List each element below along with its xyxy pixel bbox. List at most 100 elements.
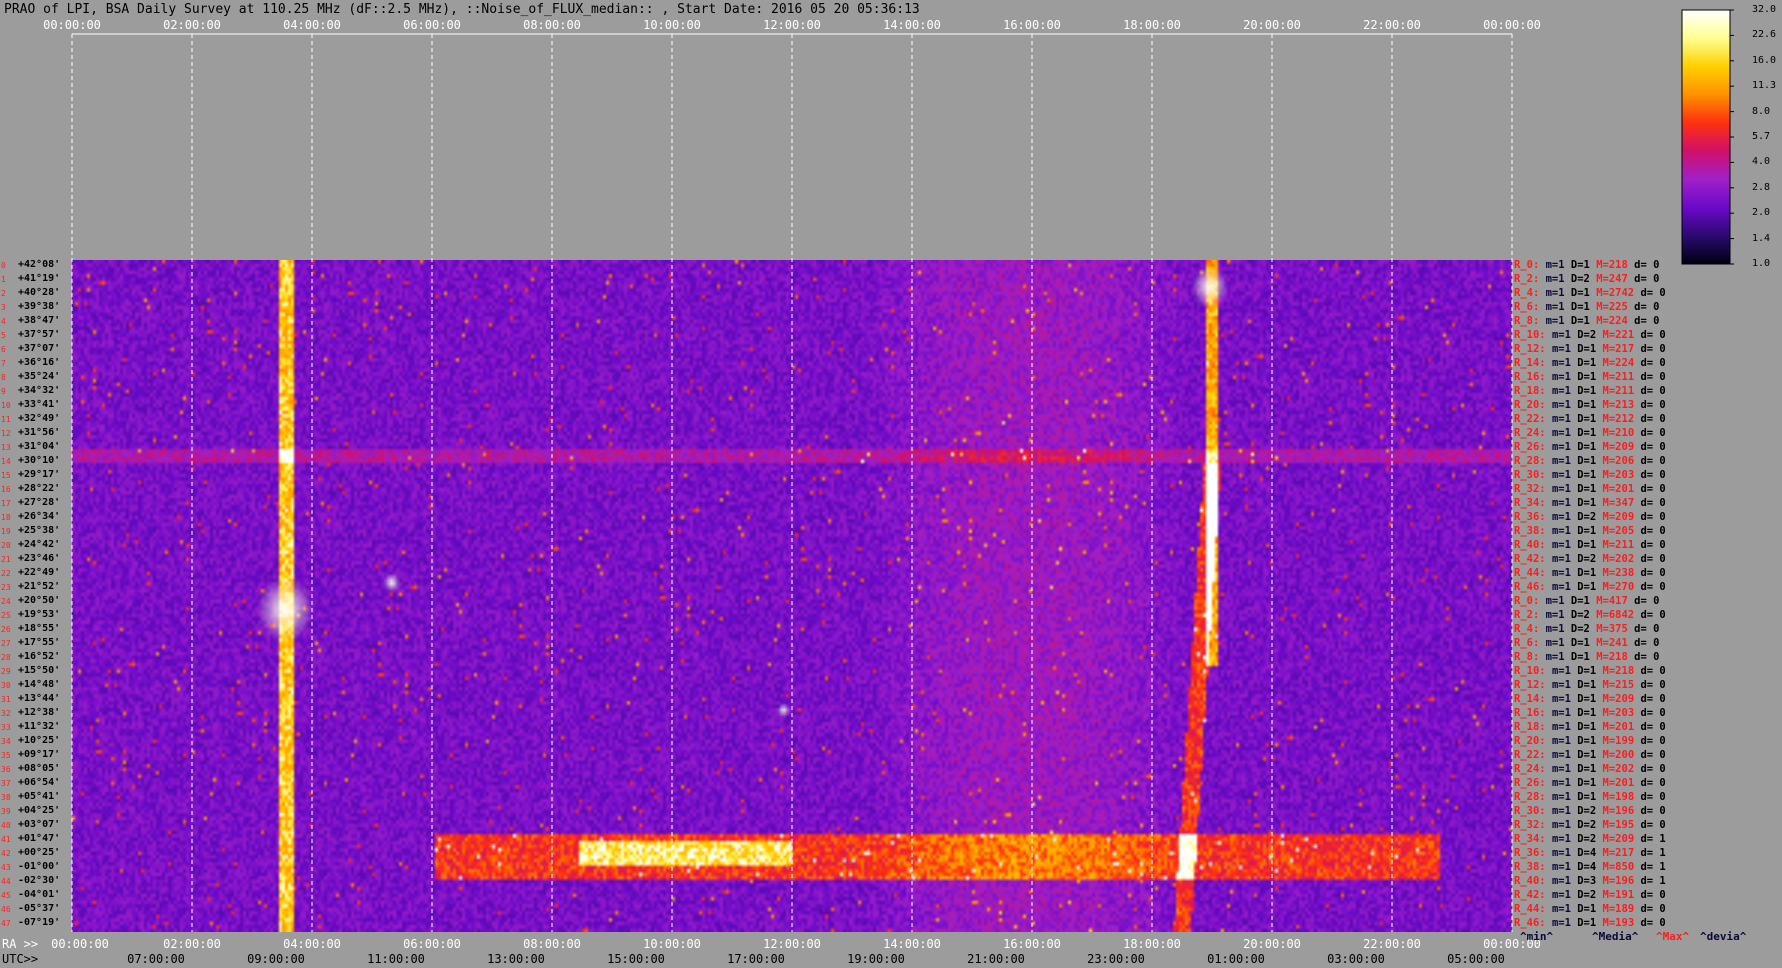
row-index-label: 10 <box>1 401 11 410</box>
stat-max: M=213 <box>1602 399 1641 411</box>
stat-min: m=1 <box>1545 651 1571 663</box>
stat-max: M=417 <box>1596 595 1635 607</box>
stat-dev: d= 0 <box>1634 259 1660 271</box>
stats-row: R_34: m=1 D=2 M=209 d= 1 <box>1514 833 1666 845</box>
stat-dispersion: D=2 <box>1570 623 1597 635</box>
stat-max: M=217 <box>1602 847 1641 859</box>
declination-label: +15°50' <box>18 665 61 676</box>
stat-dispersion: D=1 <box>1577 427 1603 439</box>
row-index-label: 38 <box>1 793 11 802</box>
stats-row: R_40: m=1 D=1 M=211 d= 0 <box>1514 539 1666 551</box>
stat-min: m=1 <box>1545 273 1571 285</box>
stat-dispersion: D=1 <box>1570 287 1597 299</box>
row-index-label: 1 <box>1 275 6 284</box>
stat-max: M=202 <box>1602 553 1641 565</box>
stat-r: R_38: <box>1514 861 1552 873</box>
stat-max: M=200 <box>1602 749 1641 761</box>
stat-min: m=1 <box>1551 889 1578 901</box>
declination-label: +13°44' <box>18 693 61 704</box>
stat-min: m=1 <box>1551 707 1578 719</box>
declination-label: +18°55' <box>18 623 61 634</box>
colorbar-tick-label: 2.0 <box>1752 207 1771 219</box>
declination-label: +17°55' <box>18 637 61 648</box>
stat-r: R_42: <box>1514 553 1552 565</box>
stat-min: m=1 <box>1551 777 1578 789</box>
declination-label: +37°57' <box>18 329 61 340</box>
stats-row: R_44: m=1 D=1 M=189 d= 0 <box>1514 903 1666 915</box>
stat-dispersion: D=1 <box>1577 357 1603 369</box>
stat-min: m=1 <box>1551 861 1578 873</box>
row-index-label: 42 <box>1 849 11 858</box>
stat-r: R_46: <box>1514 581 1552 593</box>
row-index-label: 27 <box>1 639 11 648</box>
declination-label: +14°48' <box>18 679 61 690</box>
row-index-label: 37 <box>1 779 11 788</box>
stats-row: R_26: m=1 D=1 M=209 d= 0 <box>1514 441 1666 453</box>
stats-row: R_36: m=1 D=4 M=217 d= 1 <box>1514 847 1666 859</box>
colorbar-tick-label: 4.0 <box>1752 156 1771 168</box>
stats-row: R_42: m=1 D=2 M=191 d= 0 <box>1514 889 1666 901</box>
stat-r: R_14: <box>1514 357 1552 369</box>
stat-max: M=195 <box>1602 819 1641 831</box>
stat-min: m=1 <box>1545 259 1571 271</box>
colorbar-tick-label: 32.0 <box>1752 4 1777 15</box>
row-index-label: 26 <box>1 625 11 634</box>
stat-r: R_22: <box>1514 749 1552 761</box>
row-index-label: 46 <box>1 905 11 914</box>
stat-r: R_30: <box>1514 469 1552 481</box>
stat-min: m=1 <box>1551 469 1578 481</box>
utc-tick-label: 03:00:00 <box>1327 952 1385 966</box>
stat-dispersion: D=1 <box>1577 903 1603 915</box>
ra-tick-label: 18:00:00 <box>1123 937 1181 951</box>
stat-min: m=1 <box>1551 413 1578 425</box>
stat-dev: d= 0 <box>1640 679 1666 691</box>
declination-label: +35°24' <box>18 371 61 382</box>
stats-row: R_14: m=1 D=1 M=224 d= 0 <box>1514 357 1666 369</box>
row-index-label: 24 <box>1 597 11 606</box>
declination-label: -07°19' <box>18 917 61 928</box>
row-index-label: 14 <box>1 457 11 466</box>
stat-max: M=6842 <box>1596 609 1641 621</box>
stats-row: R_22: m=1 D=1 M=200 d= 0 <box>1514 749 1666 761</box>
top-tick-label: 06:00:00 <box>403 18 461 32</box>
stat-min: m=1 <box>1551 805 1578 817</box>
stat-dev: d= 0 <box>1640 343 1666 355</box>
stat-dev: d= 0 <box>1640 805 1666 817</box>
stat-max: M=224 <box>1596 315 1635 327</box>
stat-min: m=1 <box>1551 693 1578 705</box>
stat-dev: d= 0 <box>1640 735 1666 747</box>
stat-dev: d= 0 <box>1640 385 1666 397</box>
stat-min: m=1 <box>1551 357 1578 369</box>
ra-tick-label: 04:00:00 <box>283 937 341 951</box>
top-tick-label: 08:00:00 <box>523 18 581 32</box>
declination-label: +10°25' <box>18 735 61 746</box>
stat-max: M=211 <box>1602 539 1641 551</box>
stat-r: R_10: <box>1514 665 1552 677</box>
top-tick-label: 00:00:00 <box>43 18 101 32</box>
stat-r: R_16: <box>1514 371 1552 383</box>
stat-dev: d= 0 <box>1640 917 1666 929</box>
stats-row: R_0: m=1 D=1 M=417 d= 0 <box>1514 595 1659 607</box>
row-index-label: 8 <box>1 373 6 382</box>
stat-dispersion: D=2 <box>1577 819 1603 831</box>
declination-label: +33°41' <box>18 399 61 410</box>
row-index-label: 29 <box>1 667 11 676</box>
stat-dev: d= 0 <box>1640 441 1666 453</box>
stat-min: m=1 <box>1551 385 1578 397</box>
ra-tick-label: 14:00:00 <box>883 937 941 951</box>
utc-tick-label: 11:00:00 <box>367 952 425 966</box>
declination-label: +03°07' <box>18 819 61 830</box>
stats-row: R_8: m=1 D=1 M=224 d= 0 <box>1514 315 1659 327</box>
stat-dev: d= 0 <box>1640 819 1666 831</box>
stat-dev: d= 0 <box>1640 511 1666 523</box>
row-index-label: 0 <box>1 261 6 270</box>
stat-dispersion: D=1 <box>1577 763 1603 775</box>
row-index-label: 16 <box>1 485 11 494</box>
stat-r: R_20: <box>1514 735 1552 747</box>
colorbar-tick-label: 8.0 <box>1752 105 1771 117</box>
declination-label: +34°32' <box>18 385 61 396</box>
stat-dispersion: D=2 <box>1577 889 1603 901</box>
top-tick-label: 12:00:00 <box>763 18 821 32</box>
stat-dispersion: D=2 <box>1570 609 1597 621</box>
colorbar-tick-label: 11.3 <box>1752 80 1777 92</box>
